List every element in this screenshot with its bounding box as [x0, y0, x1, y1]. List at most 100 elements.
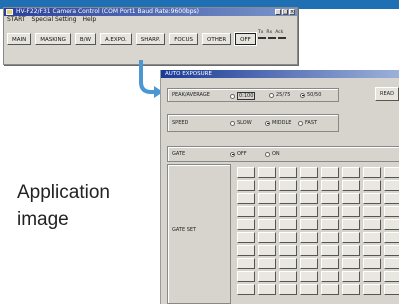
gate-cell[interactable] [258, 284, 276, 295]
gate-cell[interactable] [342, 193, 360, 204]
radio-middle[interactable]: MIDDLE [265, 120, 291, 126]
application-image-caption: Application image [17, 179, 110, 233]
gate-cell[interactable] [237, 284, 255, 295]
auto-exposure-window: AUTO EXPOSURE PEAK/AVERAGE 0:100 25/75 5… [160, 70, 399, 304]
gate-cell[interactable] [321, 193, 339, 204]
gate-cell[interactable] [384, 193, 399, 204]
gate-cell[interactable] [363, 258, 381, 269]
gate-cell[interactable] [384, 219, 399, 230]
gate-cell[interactable] [237, 232, 255, 243]
gate-cell[interactable] [300, 193, 318, 204]
gate-cell[interactable] [258, 271, 276, 282]
gate-cell[interactable] [384, 245, 399, 256]
gate-cell[interactable] [342, 232, 360, 243]
gate-cell[interactable] [363, 219, 381, 230]
gate-cell[interactable] [321, 206, 339, 217]
gate-cell[interactable] [279, 180, 297, 191]
gate-cell[interactable] [321, 258, 339, 269]
gate-set-group: GATE SET [167, 164, 231, 304]
gate-cell[interactable] [363, 284, 381, 295]
gate-cell[interactable] [363, 232, 381, 243]
gate-cell[interactable] [300, 271, 318, 282]
gate-cell[interactable] [279, 284, 297, 295]
speed-label: SPEED [172, 120, 189, 126]
radio-gate-on[interactable]: ON [265, 151, 280, 157]
gate-cell[interactable] [237, 193, 255, 204]
gate-cell[interactable] [321, 219, 339, 230]
gate-cell[interactable] [300, 219, 318, 230]
gate-cell[interactable] [300, 167, 318, 178]
gate-cell[interactable] [342, 271, 360, 282]
gate-cell[interactable] [237, 219, 255, 230]
gate-cell[interactable] [363, 193, 381, 204]
gate-cell[interactable] [279, 271, 297, 282]
gate-cell[interactable] [279, 219, 297, 230]
gate-cell[interactable] [279, 258, 297, 269]
gate-cell[interactable] [237, 167, 255, 178]
gate-cell[interactable] [342, 245, 360, 256]
gate-group: GATE OFF ON [167, 146, 399, 162]
gate-cell[interactable] [384, 232, 399, 243]
gate-cell[interactable] [258, 180, 276, 191]
gate-cell[interactable] [321, 245, 339, 256]
gate-cell[interactable] [321, 232, 339, 243]
gate-cell[interactable] [321, 180, 339, 191]
read-button[interactable]: READ [375, 87, 399, 101]
gate-cell[interactable] [300, 258, 318, 269]
gate-cell[interactable] [279, 232, 297, 243]
gate-cell[interactable] [363, 245, 381, 256]
gate-cell[interactable] [300, 232, 318, 243]
peak-average-group: PEAK/AVERAGE 0:100 25/75 50/50 [167, 88, 339, 102]
gate-cell[interactable] [342, 284, 360, 295]
gate-cell[interactable] [237, 271, 255, 282]
gate-cell[interactable] [258, 232, 276, 243]
gate-cell[interactable] [342, 219, 360, 230]
gate-cell[interactable] [258, 245, 276, 256]
gate-cell[interactable] [258, 193, 276, 204]
gate-cell[interactable] [384, 180, 399, 191]
gate-cell[interactable] [300, 245, 318, 256]
gate-cell[interactable] [342, 258, 360, 269]
gate-cell[interactable] [342, 180, 360, 191]
gate-cell[interactable] [363, 206, 381, 217]
gate-cell[interactable] [321, 167, 339, 178]
gate-cell[interactable] [363, 167, 381, 178]
gate-cell[interactable] [279, 206, 297, 217]
gate-cell[interactable] [279, 193, 297, 204]
gate-cell[interactable] [384, 258, 399, 269]
gate-cell[interactable] [300, 180, 318, 191]
radio-gate-off[interactable]: OFF [230, 151, 247, 157]
gate-cell[interactable] [258, 219, 276, 230]
gate-cell[interactable] [384, 206, 399, 217]
gate-cell[interactable] [300, 284, 318, 295]
radio-0-100[interactable]: 0:100 [230, 92, 256, 100]
gate-cell[interactable] [258, 258, 276, 269]
gate-cell[interactable] [321, 284, 339, 295]
gate-cell[interactable] [384, 167, 399, 178]
gate-cell[interactable] [342, 167, 360, 178]
gate-cell[interactable] [363, 180, 381, 191]
gate-cell[interactable] [237, 180, 255, 191]
gate-cell[interactable] [237, 258, 255, 269]
radio-slow[interactable]: SLOW [230, 120, 252, 126]
speed-group: SPEED SLOW MIDDLE FAST [167, 114, 339, 132]
gate-set-label: GATE SET [172, 227, 197, 233]
gate-cell[interactable] [258, 167, 276, 178]
gate-cell[interactable] [321, 271, 339, 282]
gate-cell[interactable] [300, 206, 318, 217]
gate-cell[interactable] [363, 271, 381, 282]
gate-cell[interactable] [279, 167, 297, 178]
gate-cell[interactable] [342, 206, 360, 217]
gate-cell[interactable] [237, 245, 255, 256]
radio-dot [265, 151, 270, 157]
radio-dot-selected [300, 92, 305, 98]
radio-fast[interactable]: FAST [298, 120, 317, 126]
radio-50-50[interactable]: 50/50 [300, 92, 321, 98]
gate-cell[interactable] [258, 206, 276, 217]
gate-label: GATE [172, 151, 186, 157]
gate-cell[interactable] [384, 271, 399, 282]
gate-cell[interactable] [384, 284, 399, 295]
radio-25-75[interactable]: 25/75 [269, 92, 290, 98]
gate-cell[interactable] [237, 206, 255, 217]
gate-cell[interactable] [279, 245, 297, 256]
